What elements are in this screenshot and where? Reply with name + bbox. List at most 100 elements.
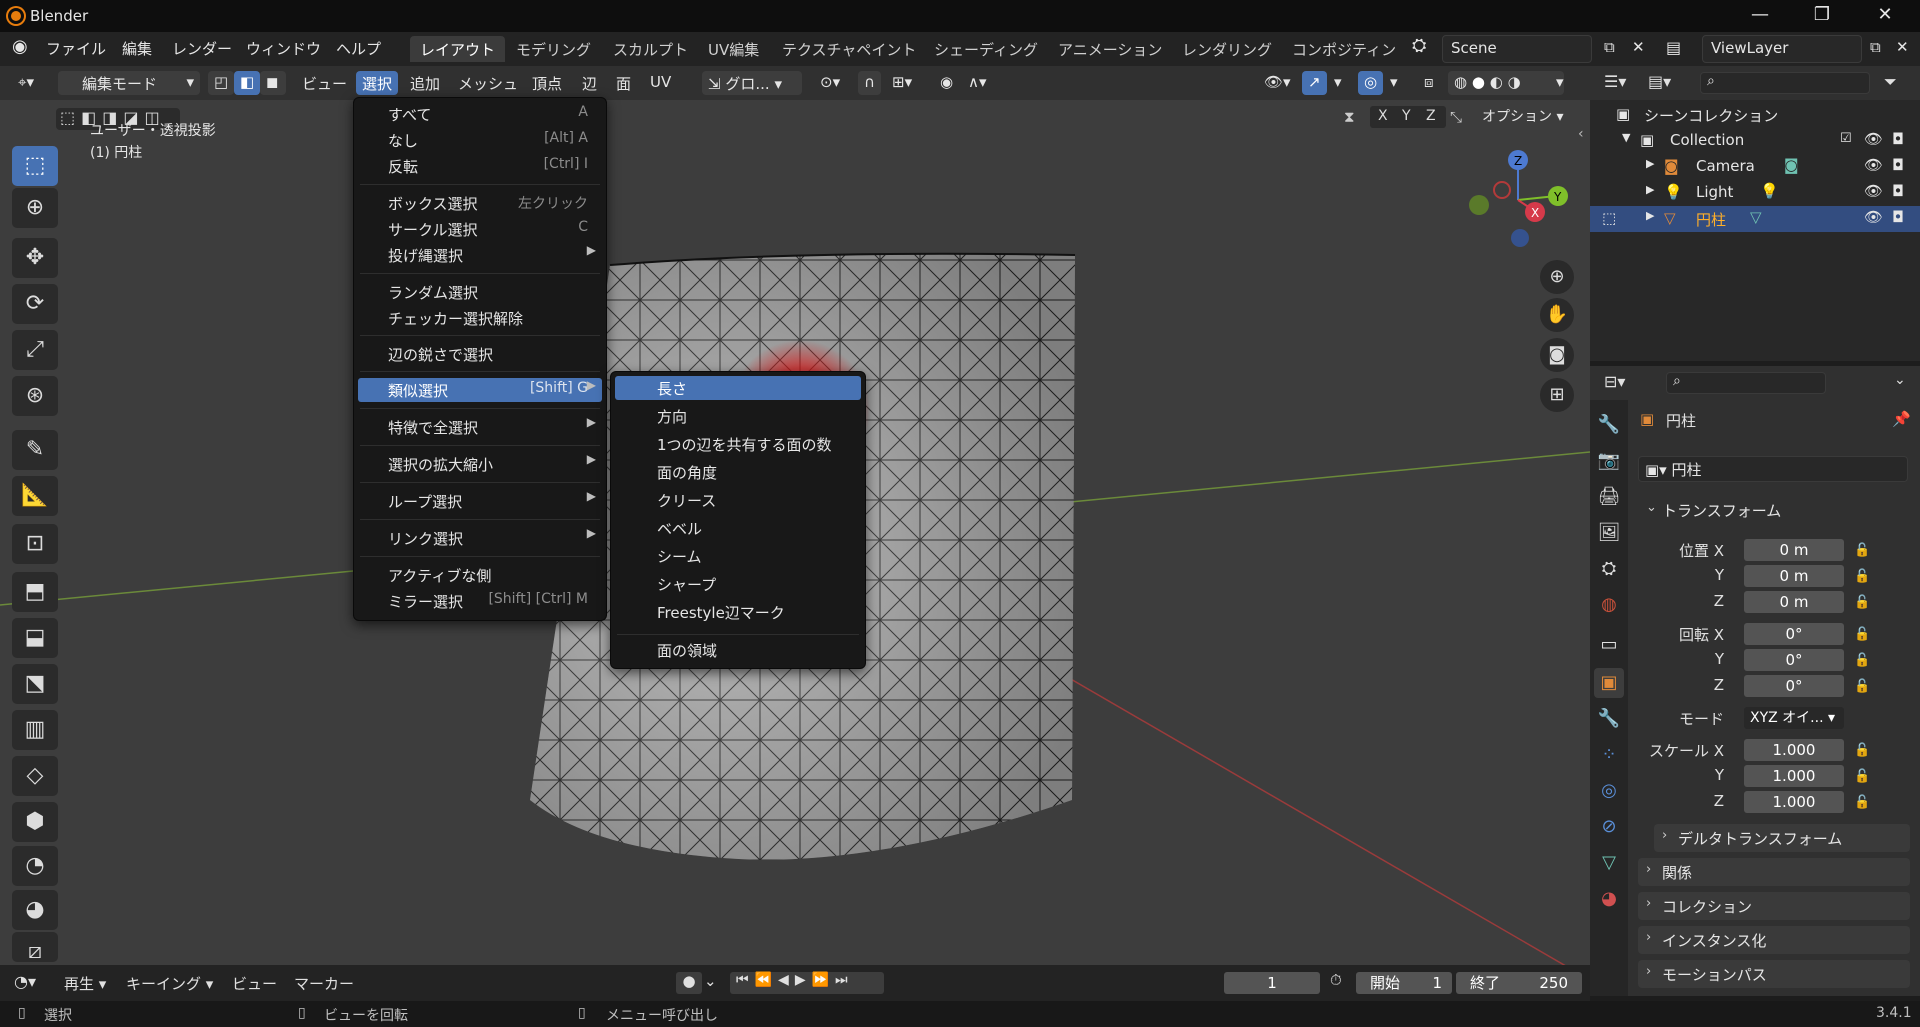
annotate-tool-icon[interactable]: ✎ <box>12 430 58 470</box>
transform-tool-icon[interactable]: ⊛ <box>12 376 58 416</box>
properties-editor-icon[interactable]: ⊟▾ <box>1604 372 1625 391</box>
lock-icon[interactable]: 🔓 <box>1854 674 1870 700</box>
submenu-item-freestyle-edge[interactable]: Freestyle辺マーク <box>615 600 861 624</box>
outliner-row-light[interactable]: ▶ 💡 Light 💡 👁 ◘ <box>1590 180 1920 206</box>
lock-icon[interactable]: 🔓 <box>1854 648 1870 674</box>
lock-icon[interactable]: 🔓 <box>1854 590 1870 616</box>
sidebar-toggle-icon[interactable]: ‹ <box>1578 126 1584 142</box>
play-reverse-icon[interactable]: ◀ <box>778 972 795 988</box>
filter-icon[interactable]: ⏷ <box>1884 72 1897 92</box>
scale-y-field[interactable]: 1.000 <box>1744 765 1844 787</box>
visibility-icon[interactable]: 👁▾ <box>1258 71 1297 95</box>
snap-target-icon[interactable]: ⊞▾ <box>886 71 918 95</box>
scene-icon[interactable]: ⛭ <box>1412 35 1426 56</box>
inset-tool-icon[interactable]: ⬓ <box>12 618 58 658</box>
tab-rendering[interactable]: レンダリング <box>1172 36 1282 62</box>
submenu-item-direction[interactable]: 方向 <box>615 404 861 428</box>
pivot-point-icon[interactable]: ⊙▾ <box>814 71 846 95</box>
properties-search-input[interactable]: ⌕ <box>1666 372 1826 394</box>
menu-item-invert[interactable]: 反転 [Ctrl] I <box>358 154 602 178</box>
expand-arrow-icon[interactable]: ▼ <box>1622 131 1630 144</box>
data-tab-icon[interactable]: ▽ <box>1594 848 1624 878</box>
select-box-tool-icon[interactable]: ⬚ <box>12 146 58 186</box>
close-icon[interactable]: ✕ <box>1855 0 1915 32</box>
editor-type-icon[interactable]: ⌖▾ <box>12 71 40 95</box>
lock-icon[interactable]: 🔓 <box>1854 622 1870 648</box>
render-camera-icon[interactable]: ◘ <box>1892 208 1904 226</box>
frame-start-field[interactable]: 開始 1 <box>1356 972 1452 994</box>
auto-merge-icon[interactable]: ⤡ <box>1450 108 1462 126</box>
tab-animation[interactable]: アニメーション <box>1048 36 1172 62</box>
expand-arrow-icon[interactable]: ▶ <box>1646 209 1654 222</box>
menu-window[interactable]: ウィンドウ <box>246 38 321 59</box>
eye-icon[interactable]: 👁 <box>1864 130 1883 148</box>
maximize-icon[interactable]: ❐ <box>1792 0 1852 32</box>
display-mode-icon[interactable]: ▤▾ <box>1648 72 1671 91</box>
menu-marker[interactable]: マーカー <box>294 973 354 994</box>
menu-item-none[interactable]: なし [Alt] A <box>358 128 602 152</box>
world-tab-icon[interactable]: ◍ <box>1594 590 1624 620</box>
preview-range-icon[interactable]: ⏱ <box>1330 971 1342 989</box>
tab-texture-paint[interactable]: テクスチャペイント <box>772 36 926 62</box>
relations-panel-header[interactable]: › 関係 <box>1638 858 1910 886</box>
menu-playback[interactable]: 再生 ▾ <box>64 973 106 994</box>
options-dropdown[interactable]: オプション ▾ <box>1474 106 1574 128</box>
edge-select-icon[interactable]: ◧ <box>234 71 260 95</box>
menu-item-box-select[interactable]: ボックス選択 左クリック <box>358 191 602 215</box>
menu-face[interactable]: 面 <box>610 71 637 95</box>
menu-help[interactable]: ヘルプ <box>336 38 381 59</box>
menu-item-select-mirror[interactable]: ミラー選択 [Shift] [Ctrl] M <box>358 589 602 613</box>
zoom-icon[interactable]: ⊕ <box>1540 260 1574 294</box>
jump-start-icon[interactable]: ⏮ <box>736 972 755 988</box>
tab-layout[interactable]: レイアウト <box>410 36 506 62</box>
spin-tool-icon[interactable]: ◔ <box>12 846 58 886</box>
menu-file[interactable]: ファイル <box>46 38 106 59</box>
lock-icon[interactable]: 🔓 <box>1854 790 1870 816</box>
view-layer-field[interactable]: ViewLayer <box>1702 35 1862 63</box>
physics-tab-icon[interactable]: ◎ <box>1594 776 1624 806</box>
poly-build-tool-icon[interactable]: ⬢ <box>12 802 58 842</box>
expand-arrow-icon[interactable]: ▶ <box>1646 157 1654 170</box>
options-chevron-icon[interactable]: ⌄ <box>1894 372 1906 388</box>
modifier-tab-icon[interactable]: 🔧 <box>1594 704 1624 734</box>
menu-view[interactable]: ビュー <box>232 973 277 994</box>
menu-item-select-all-by-trait[interactable]: 特徴で全選択 ▶ <box>358 415 602 439</box>
material-shading-icon[interactable]: ◐ <box>1490 73 1503 91</box>
vertex-select-icon[interactable]: ◰ <box>208 71 234 95</box>
outliner-search-input[interactable]: ⌕ <box>1700 72 1870 94</box>
overlay-dropdown-icon[interactable]: ▾ <box>1384 71 1404 95</box>
camera-view-icon[interactable]: ◙ <box>1540 338 1574 372</box>
prev-keyframe-icon[interactable]: ⏪ <box>755 972 778 988</box>
menu-edge[interactable]: 辺 <box>576 71 603 95</box>
menu-item-lasso-select[interactable]: 投げ縄選択 ▶ <box>358 243 602 267</box>
overlay-toggle-icon[interactable]: ◎ <box>1358 71 1384 95</box>
edit-mode-icon[interactable]: ⬚ <box>1602 209 1616 227</box>
particles-tab-icon[interactable]: ⁘ <box>1594 740 1624 770</box>
smooth-tool-icon[interactable]: ◕ <box>12 890 58 930</box>
mesh-data-icon[interactable]: ▽ <box>1750 208 1762 226</box>
measure-tool-icon[interactable]: 📐 <box>12 476 58 516</box>
location-z-field[interactable]: 0 m <box>1744 591 1844 613</box>
proportional-edit-icon[interactable]: ◉ <box>934 71 959 95</box>
falloff-icon[interactable]: ∧▾ <box>962 71 993 95</box>
submenu-item-crease[interactable]: クリース <box>615 488 861 512</box>
expand-arrow-icon[interactable]: ▶ <box>1646 183 1654 196</box>
view-layer-icon[interactable]: ▤ <box>1666 38 1681 57</box>
rotation-mode-dropdown[interactable]: XYZ オイ... ▾ <box>1744 707 1844 729</box>
location-y-field[interactable]: 0 m <box>1744 565 1844 587</box>
move-tool-icon[interactable]: ✥ <box>12 238 58 278</box>
menu-item-select-similar[interactable]: 類似選択 [Shift] G ▶ <box>358 378 602 402</box>
delete-view-layer-icon[interactable]: ✕ <box>1896 38 1909 56</box>
object-name-field[interactable]: ▣▾ 円柱 <box>1638 456 1908 482</box>
tab-uv-editing[interactable]: UV編集 <box>698 36 769 62</box>
tab-shading[interactable]: シェーディング <box>924 36 1048 62</box>
render-camera-icon[interactable]: ◘ <box>1892 156 1904 174</box>
submenu-item-face-count[interactable]: 1つの辺を共有する面の数 <box>615 432 861 456</box>
scale-x-field[interactable]: 1.000 <box>1744 739 1844 761</box>
cursor-tool-icon[interactable]: ⊕ <box>12 188 58 228</box>
bevel-tool-icon[interactable]: ⬔ <box>12 664 58 704</box>
render-tab-icon[interactable]: 📷 <box>1594 446 1624 476</box>
collection-tab-icon[interactable]: ▭ <box>1594 630 1624 660</box>
render-camera-icon[interactable]: ◘ <box>1892 182 1904 200</box>
play-icon[interactable]: ▶ <box>795 972 812 988</box>
